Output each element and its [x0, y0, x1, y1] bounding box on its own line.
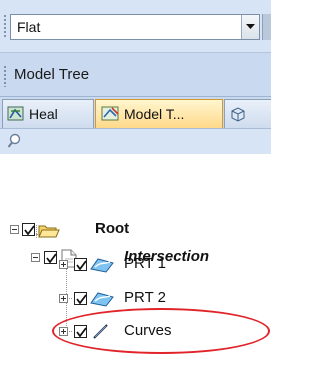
- checkmark-icon: [24, 225, 35, 236]
- cube-icon: [231, 107, 245, 122]
- display-mode-toolbar: Flat: [0, 0, 271, 52]
- panel-title: Model Tree: [14, 66, 90, 83]
- checkmark-icon: [76, 294, 87, 305]
- root-checkbox[interactable]: [22, 223, 35, 236]
- tab-heal-label: Heal: [29, 106, 58, 122]
- panel-header: Model Tree: [0, 52, 271, 96]
- tab-model-tree[interactable]: Model T...: [95, 99, 223, 128]
- tree-search-bar[interactable]: [0, 128, 271, 154]
- tree-node-label: PRT 2: [124, 289, 166, 306]
- display-mode-dropdown[interactable]: Flat: [10, 14, 260, 40]
- panel-grip[interactable]: [4, 65, 6, 87]
- folder-open-icon: [38, 225, 60, 238]
- tab-model-tree-label: Model T...: [124, 106, 185, 122]
- tab-third[interactable]: [224, 99, 271, 128]
- collapse-toggle[interactable]: [10, 225, 19, 234]
- tree-node-root[interactable]: Root: [0, 218, 271, 242]
- toolbar-grip[interactable]: [4, 14, 6, 38]
- tree-node-label: Root: [95, 220, 130, 237]
- surface-part-icon: [90, 258, 114, 273]
- tree-node-prt1-content[interactable]: PRT 1: [0, 255, 271, 280]
- heal-tool-icon: [7, 106, 24, 121]
- chevron-down-icon: [246, 24, 255, 29]
- toolbar-overflow: [262, 14, 271, 40]
- display-mode-value: Flat: [17, 19, 41, 35]
- tree-node-label: PRT 1: [124, 255, 166, 272]
- expand-toggle[interactable]: [59, 294, 68, 303]
- magnifier-icon[interactable]: [7, 133, 21, 149]
- model-tree-icon: [101, 106, 119, 121]
- tab-heal[interactable]: Heal: [2, 99, 94, 128]
- highlight-circle: [52, 308, 270, 354]
- tab-strip: Heal Model T...: [0, 96, 271, 128]
- prt1-checkbox[interactable]: [74, 258, 87, 271]
- prt2-checkbox[interactable]: [74, 292, 87, 305]
- expand-toggle[interactable]: [59, 260, 68, 269]
- dropdown-arrow-button[interactable]: [241, 15, 259, 39]
- surface-part-icon: [90, 292, 114, 307]
- checkmark-icon: [76, 260, 87, 271]
